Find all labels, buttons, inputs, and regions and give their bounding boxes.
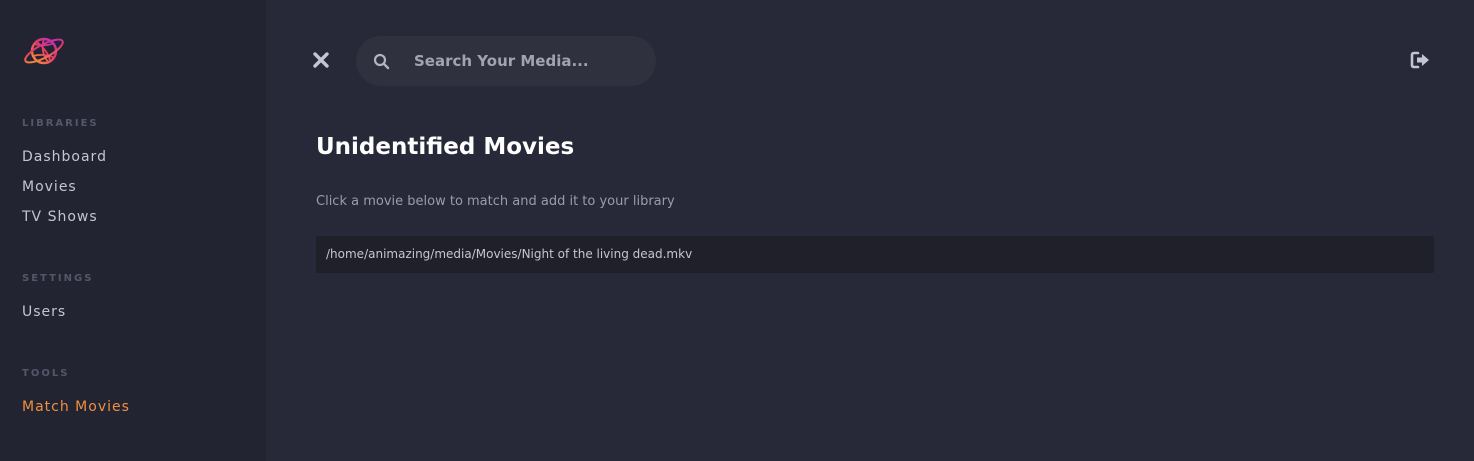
movie-file-path: /home/animazing/media/Movies/Night of th… <box>326 247 693 261</box>
search-icon[interactable] <box>373 53 390 70</box>
app-window: LIBRARIES Dashboard Movies TV Shows SETT… <box>0 0 1474 461</box>
close-icon[interactable] <box>311 49 331 71</box>
section-title-libraries: LIBRARIES <box>22 118 99 129</box>
search-input[interactable] <box>414 36 644 86</box>
sidebar-item-dashboard[interactable]: Dashboard <box>22 149 107 165</box>
page-description: Click a movie below to match and add it … <box>316 194 675 209</box>
main-content: Unidentified Movies Click a movie below … <box>266 0 1474 461</box>
section-title-settings: SETTINGS <box>22 273 94 284</box>
unidentified-movie-row[interactable]: /home/animazing/media/Movies/Night of th… <box>316 236 1434 273</box>
sidebar-item-tv-shows[interactable]: TV Shows <box>22 209 98 225</box>
search-bar <box>356 36 656 86</box>
app-logo[interactable] <box>22 35 67 67</box>
sidebar-item-movies[interactable]: Movies <box>22 179 77 195</box>
sidebar-item-users[interactable]: Users <box>22 304 66 320</box>
sidebar: LIBRARIES Dashboard Movies TV Shows SETT… <box>0 0 266 461</box>
page-title: Unidentified Movies <box>316 134 575 160</box>
sidebar-item-match-movies[interactable]: Match Movies <box>22 399 130 415</box>
sign-out-icon[interactable] <box>1410 51 1430 69</box>
section-title-tools: TOOLS <box>22 368 70 379</box>
